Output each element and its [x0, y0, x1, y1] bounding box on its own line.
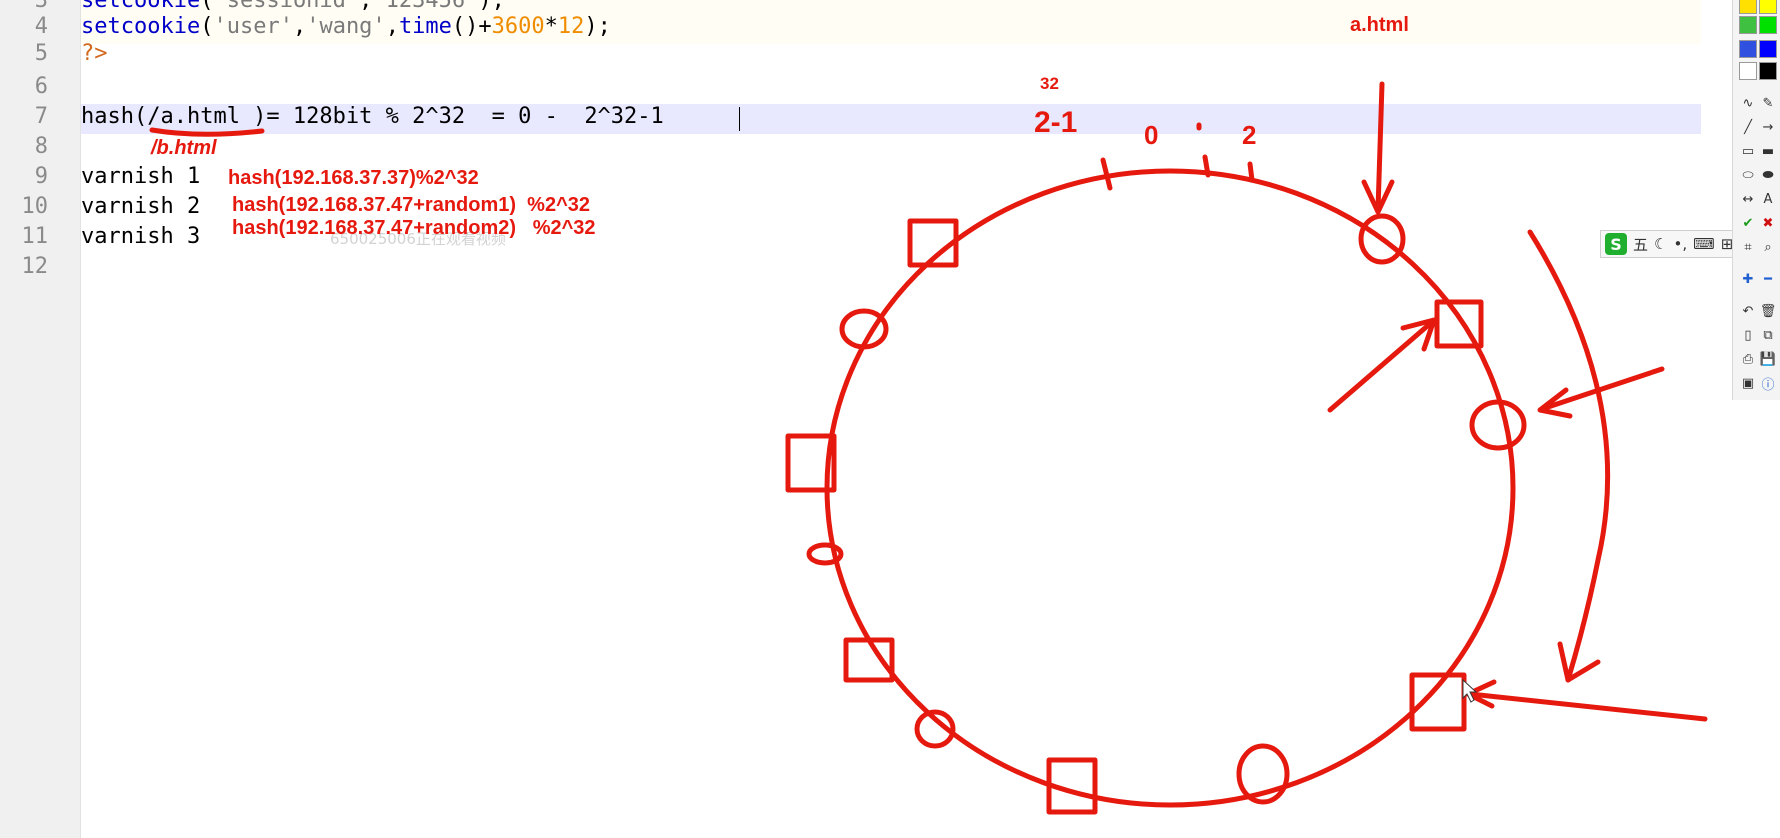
color-swatch-black[interactable]	[1759, 62, 1777, 80]
arrow-tool-icon[interactable]: →	[1759, 118, 1777, 136]
keyboard-icon[interactable]: ⌨	[1693, 235, 1715, 253]
new-page-icon[interactable]: ▯	[1739, 326, 1757, 344]
ring-tick	[1247, 161, 1255, 183]
ring-tick	[1100, 157, 1113, 191]
pencil-icon[interactable]: ✎	[1759, 94, 1777, 112]
check-icon[interactable]: ✔	[1739, 214, 1757, 232]
color-swatch-white[interactable]	[1739, 62, 1757, 80]
save-icon[interactable]: 💾	[1759, 350, 1777, 368]
text-tool-icon[interactable]: A	[1759, 190, 1777, 208]
filled-rectangle-icon[interactable]: ▬	[1759, 142, 1777, 160]
settings-icon[interactable]: ▣	[1739, 374, 1757, 392]
node-circle	[1469, 399, 1527, 451]
arrow-stroke	[1327, 319, 1435, 413]
color-swatch-brightgreen[interactable]	[1759, 16, 1777, 34]
arrow-stroke	[1375, 81, 1385, 213]
ime-mode-label[interactable]: 五	[1633, 234, 1648, 255]
trash-icon[interactable]: 🗑	[1759, 302, 1777, 320]
moon-icon[interactable]: ☾	[1654, 235, 1667, 253]
plus-icon[interactable]: ✚	[1739, 270, 1757, 288]
freehand-icon[interactable]: ∿	[1739, 94, 1757, 112]
color-swatch-blue[interactable]	[1739, 40, 1757, 58]
filled-ellipse-icon[interactable]: ⬬	[1759, 166, 1777, 184]
line-icon[interactable]: ╱	[1739, 118, 1757, 136]
color-swatch-yellow[interactable]	[1739, 0, 1757, 14]
arrow-stroke	[1467, 691, 1708, 722]
ime-logo-icon: S	[1605, 233, 1627, 255]
node-square	[843, 637, 895, 683]
rectangle-icon[interactable]: ▭	[1739, 142, 1757, 160]
zoom-icon[interactable]: ⌕	[1759, 238, 1777, 256]
drawing-overlay	[149, 81, 1708, 815]
minus-icon[interactable]: ━	[1759, 270, 1777, 288]
ellipse-icon[interactable]: ⬭	[1739, 166, 1757, 184]
undo-icon[interactable]: ↶	[1739, 302, 1757, 320]
copy-icon[interactable]: ⧉	[1759, 326, 1777, 344]
crop-icon[interactable]: ⌗	[1739, 238, 1757, 256]
info-icon[interactable]: ⓘ	[1759, 374, 1777, 393]
close-icon[interactable]: ✖	[1759, 214, 1777, 232]
ime-toolbar[interactable]: S 五 ☾ •, ⌨ ⊞	[1600, 230, 1738, 258]
print-icon[interactable]: ⎙	[1739, 350, 1757, 368]
color-swatch-lightyellow[interactable]	[1759, 0, 1777, 14]
underline-stroke	[149, 127, 265, 137]
arrow-stroke	[1527, 229, 1611, 683]
drawing-toolbar: ∿ ✎ ╱ → ▭ ▬ ⬭ ⬬ ↔ A ✔ ✖ ⌗ ⌕ ✚ ━ ↶ 🗑 ▯ ⧉ …	[1732, 0, 1780, 400]
ring-tick	[1202, 154, 1211, 178]
color-swatch-green[interactable]	[1739, 16, 1757, 34]
punctuation-icon[interactable]: •,	[1673, 235, 1687, 253]
double-arrow-icon[interactable]: ↔	[1739, 190, 1757, 208]
color-swatch-brightblue[interactable]	[1759, 40, 1777, 58]
